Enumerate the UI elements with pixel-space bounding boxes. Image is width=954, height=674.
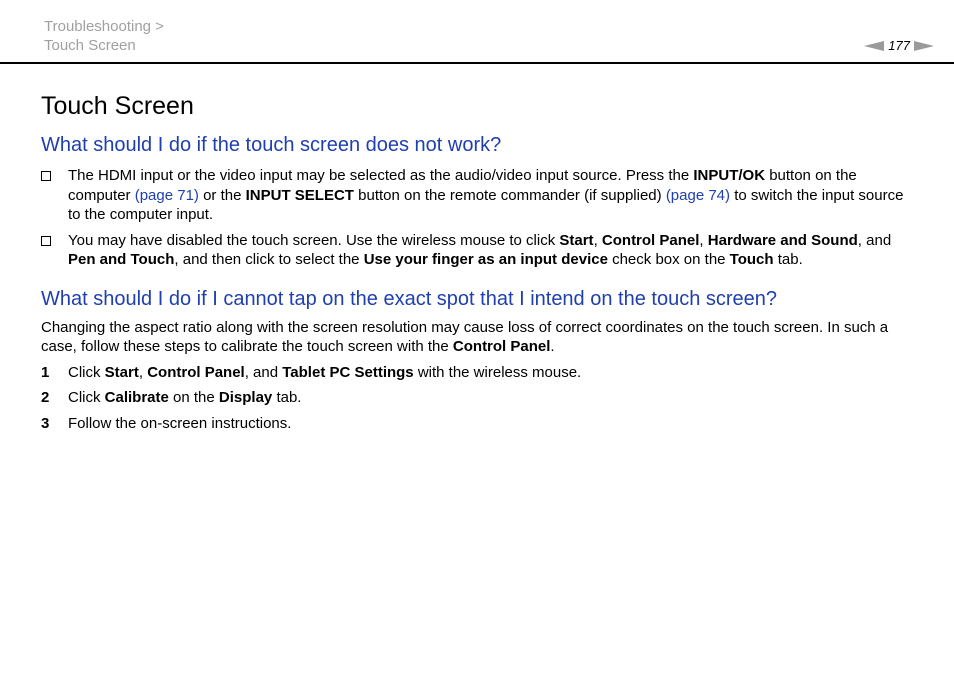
tablet-pc-settings-label: Tablet PC Settings	[282, 363, 414, 381]
previous-page-arrow-icon[interactable]	[864, 40, 885, 51]
text: Click	[68, 389, 105, 406]
header-divider	[0, 62, 954, 64]
use-finger-option-label: Use your finger as an input device	[363, 251, 608, 268]
step-item: 3 Follow the on-screen instructions.	[41, 414, 913, 434]
display-tab-label: Display	[218, 389, 273, 406]
text: Follow the on-screen instructions.	[68, 414, 292, 432]
text: You may have disabled the touch screen. …	[68, 231, 560, 249]
step-item: 1 Click Start, Control Panel, and Tablet…	[41, 363, 913, 383]
text: .	[550, 338, 555, 355]
calibration-steps: 1 Click Start, Control Panel, and Tablet…	[41, 363, 913, 434]
page-74-link[interactable]: (page 74)	[666, 187, 730, 204]
input-select-button-label: INPUT SELECT	[245, 186, 354, 204]
step-item: 2 Click Calibrate on the Display tab.	[41, 388, 913, 408]
page-header: Troubleshooting > Touch Screen 177	[0, 0, 954, 64]
hardware-and-sound-label: Hardware and Sound	[707, 231, 858, 249]
calibrate-label: Calibrate	[104, 389, 169, 406]
answer-item-input-source: The HDMI input or the video input may be…	[41, 166, 913, 225]
text: ,	[699, 231, 708, 249]
text: with the wireless mouse.	[413, 363, 582, 381]
breadcrumb-current-page: Touch Screen	[44, 37, 136, 54]
calibration-intro-paragraph: Changing the aspect ratio along with the…	[41, 318, 913, 357]
start-label: Start	[104, 363, 139, 381]
next-page-arrow-icon[interactable]	[914, 40, 934, 51]
checkbox-bullet-icon	[41, 171, 51, 181]
page-title: Touch Screen	[41, 92, 194, 120]
text: ,	[138, 363, 148, 381]
text: tab.	[272, 389, 302, 406]
text: , and	[244, 363, 283, 381]
input-ok-button-label: INPUT/OK	[693, 167, 766, 184]
step-number: 1	[41, 363, 50, 381]
pen-and-touch-label: Pen and Touch	[68, 251, 175, 268]
section-heading-touch-not-working: What should I do if the touch screen doe…	[41, 134, 502, 156]
text: check box on the	[607, 251, 730, 268]
step-number: 3	[41, 414, 50, 432]
answer-list: The HDMI input or the video input may be…	[41, 166, 913, 270]
section-heading-cannot-tap-exact-spot: What should I do if I cannot tap on the …	[41, 287, 778, 310]
text: , and	[857, 231, 892, 249]
text: or the	[198, 186, 246, 204]
control-panel-label: Control Panel	[601, 231, 700, 249]
page-71-link[interactable]: (page 71)	[135, 187, 199, 204]
page-navigator: 177	[864, 38, 934, 53]
control-panel-label: Control Panel	[147, 363, 245, 381]
control-panel-label: Control Panel	[452, 338, 551, 355]
checkbox-bullet-icon	[41, 235, 51, 246]
breadcrumb: Troubleshooting > Touch Screen	[44, 17, 164, 55]
text: The HDMI input or the video input may be…	[68, 167, 694, 184]
touch-tab-label: Touch	[729, 251, 774, 268]
text: button on the remote commander (if suppl…	[353, 186, 666, 204]
answer-item-disabled-touch: You may have disabled the touch screen. …	[41, 231, 913, 270]
text: on the	[168, 389, 219, 406]
text: Click	[68, 363, 105, 381]
start-label: Start	[559, 231, 594, 249]
text: , and then click to select the	[174, 251, 364, 268]
text: tab.	[773, 251, 803, 268]
page-content: Touch Screen What should I do if the tou…	[41, 88, 913, 439]
text: ,	[593, 231, 602, 249]
page-number: 177	[888, 38, 910, 53]
breadcrumb-section-link[interactable]: Troubleshooting >	[44, 17, 164, 36]
step-number: 2	[41, 389, 50, 406]
